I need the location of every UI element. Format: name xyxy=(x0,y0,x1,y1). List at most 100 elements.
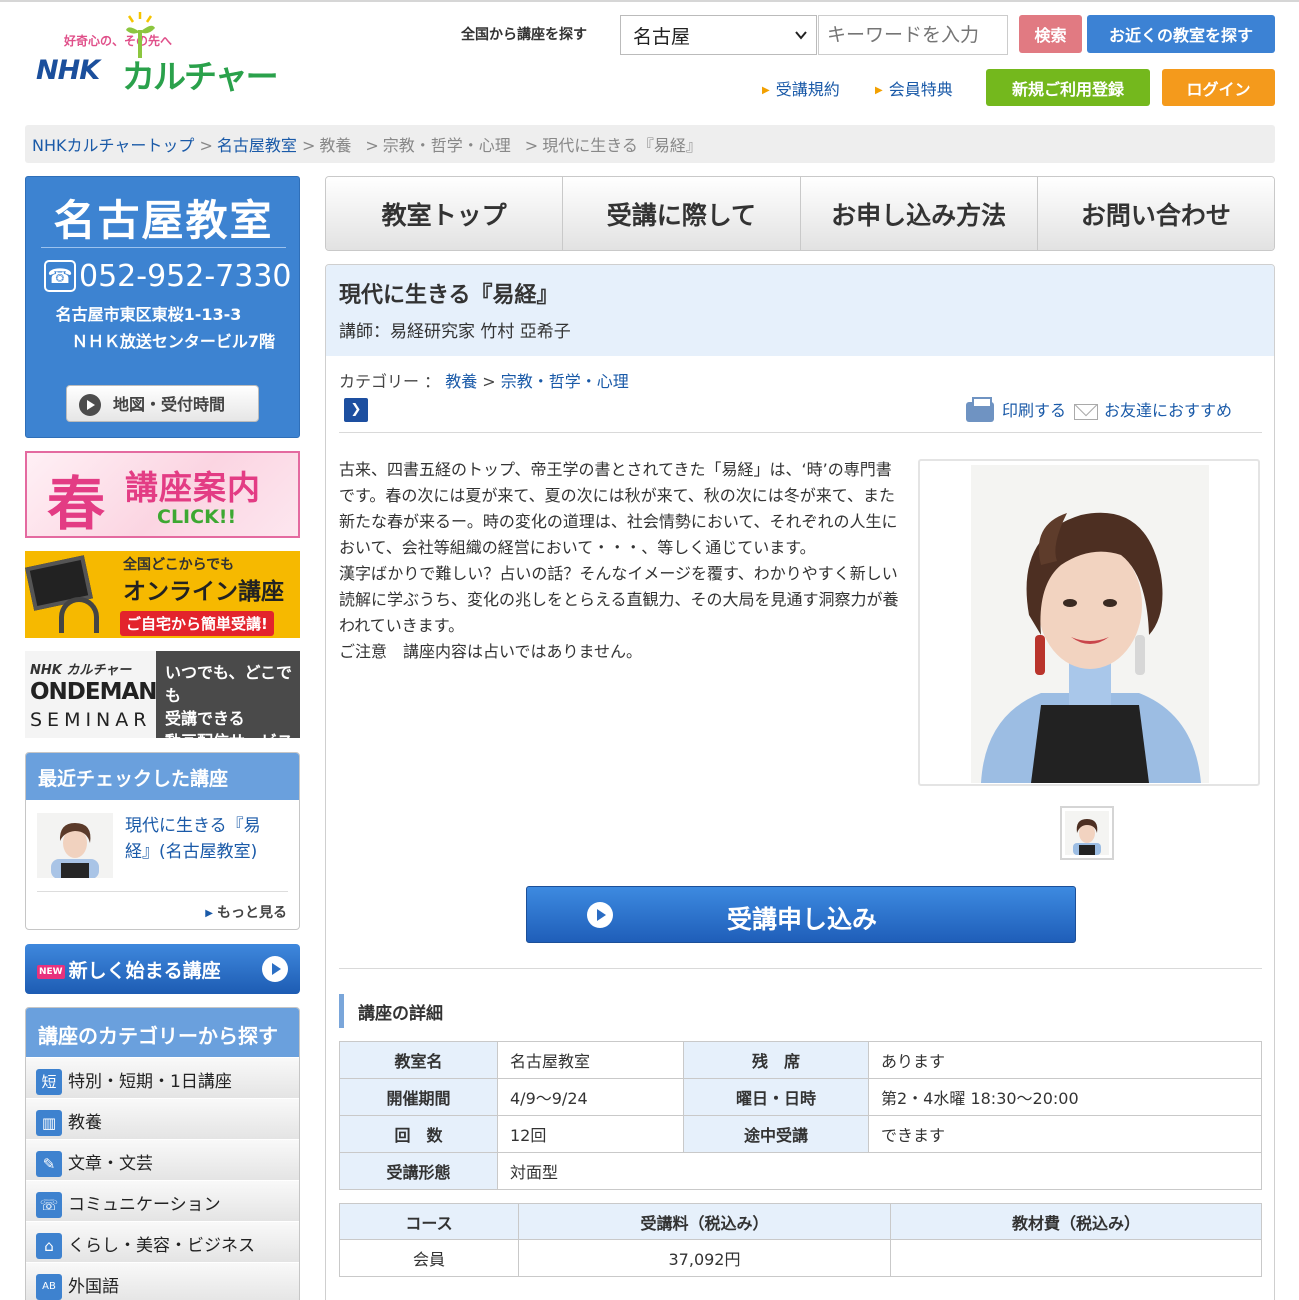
top-border xyxy=(0,0,1299,2)
divider xyxy=(339,432,1262,433)
category-panel-title: 講座のカテゴリーから探す xyxy=(26,1008,299,1057)
breadcrumb-separator: > xyxy=(365,136,379,155)
logo-culture: カルチャー xyxy=(122,57,279,96)
course-title: 現代に生きる『易経』 xyxy=(339,283,559,308)
course-details-heading: 講座の詳細 xyxy=(339,994,457,1028)
category-item-communication[interactable]: ☏ コミュニケーション xyxy=(26,1180,299,1221)
banner-online-title: オンライン講座 xyxy=(123,579,284,605)
triangle-right-icon: ▶ xyxy=(205,908,213,919)
category-item-culture[interactable]: ▥ 教養 xyxy=(26,1098,299,1139)
speech-icon: ☏ xyxy=(36,1192,62,1218)
apply-course-button[interactable]: 受講申し込み xyxy=(526,886,1076,943)
banner-online-sub: ご自宅から簡単受講! xyxy=(120,611,274,636)
course-header: 現代に生きる『易経』 講師：易経研究家 竹村 亞希子 xyxy=(326,265,1274,356)
keyword-search-input[interactable] xyxy=(818,15,1008,55)
tab-contact[interactable]: お問い合わせ xyxy=(1037,177,1274,250)
table-row: 教室名 名古屋教室 残 席 あります xyxy=(339,1041,1262,1079)
new-badge: NEW xyxy=(37,965,65,979)
recent-course-link[interactable]: 現代に生きる『易経』(名古屋教室) xyxy=(125,813,285,865)
description-paragraph: 漢字ばかりで難しい？占いの話？そんなイメージを覆す、わかりやすく新しい読解に学ぶ… xyxy=(339,564,899,635)
breadcrumb-separator: > xyxy=(301,136,316,155)
online-course-banner[interactable]: 全国どこからでも オンライン講座 ご自宅から簡単受講! xyxy=(25,551,300,638)
classroom-address-line2: ＮＨＫ放送センタービル7階 xyxy=(71,332,276,351)
tab-how-to-apply[interactable]: お申し込み方法 xyxy=(800,177,1038,250)
terms-link[interactable]: ▶ 受講規約 xyxy=(762,76,840,100)
see-more-link[interactable]: ▶ もっと見る xyxy=(205,902,287,922)
logo-nhk: NHK xyxy=(36,55,100,86)
ondemand-seminar-banner[interactable]: NHK カルチャー ONDEMAND SEMINAR いつでも、どこでも 受講で… xyxy=(25,651,300,738)
category-item-special[interactable]: 短特別・短期・1日講座 xyxy=(26,1057,299,1098)
tab-classroom-top[interactable]: 教室トップ xyxy=(326,177,564,250)
new-courses-button[interactable]: NEW 新しく始まる講座 xyxy=(25,944,300,994)
table-cell xyxy=(890,1239,1262,1277)
instructor-portrait xyxy=(971,465,1209,783)
table-header-cell: 回 数 xyxy=(339,1115,498,1153)
table-cell: 37,092円 xyxy=(518,1239,891,1277)
search-label: 全国から講座を探す xyxy=(461,27,587,43)
arrow-right-icon xyxy=(262,956,288,982)
instructor-thumbnail-image xyxy=(1065,811,1109,855)
table-row: 受講形態 対面型 xyxy=(339,1152,1262,1190)
classroom-info-box: 名古屋教室 ☎ 052-952-7330 名古屋市東区東桜1-13-3 ＮＨＫ放送… xyxy=(25,176,300,438)
member-benefits-link[interactable]: ▶ 会員特典 xyxy=(875,76,953,100)
table-cell: 対面型 xyxy=(497,1152,1262,1190)
breadcrumb-separator: > xyxy=(199,136,213,155)
recommend-friend-link[interactable]: お友達におすすめ xyxy=(1074,397,1232,421)
register-button[interactable]: 新規ご利用登録 xyxy=(986,69,1150,106)
pen-icon: ✎ xyxy=(36,1151,62,1177)
book-icon: ▥ xyxy=(36,1110,62,1136)
breadcrumb-current: 現代に生きる『易経』 xyxy=(542,136,702,155)
tab-attendance-info[interactable]: 受講に際して xyxy=(563,177,801,250)
print-link[interactable]: 印刷する xyxy=(966,396,1066,422)
instructor-photo-small xyxy=(37,813,113,878)
instructor-photo-frame xyxy=(918,459,1260,786)
table-header-cell: 受講形態 xyxy=(339,1152,498,1190)
breadcrumb-category: 教養 xyxy=(319,136,352,155)
fee-table: コース 受講料（税込み） 教材費（税込み） 会員 37,092円 xyxy=(339,1203,1262,1277)
description-note: ご注意 講座内容は占いではありません。 xyxy=(339,642,643,661)
course-category-line: カテゴリー ： 教養 > 宗教・哲学・心理 xyxy=(339,368,629,392)
classroom-phone: ☎ 052-952-7330 xyxy=(44,259,292,294)
nhk-culture-logo[interactable]: 好奇心の、その先へ NHK カルチャー xyxy=(36,8,279,104)
instructor-photo xyxy=(971,465,1209,783)
category-item-lifestyle[interactable]: ⌂ くらし・美容・ビジネス xyxy=(26,1221,299,1262)
divider xyxy=(339,968,1262,969)
printer-icon xyxy=(966,396,994,422)
area-select[interactable]: 名古屋 xyxy=(620,15,817,55)
table-cell: できます xyxy=(868,1115,1262,1153)
area-select-value: 名古屋 xyxy=(633,26,691,48)
category-link-culture[interactable]: 教養 xyxy=(445,372,477,391)
category-link-religion[interactable]: 宗教・哲学・心理 xyxy=(501,372,629,391)
category-item-writing[interactable]: ✎ 文章・文芸 xyxy=(26,1139,299,1180)
banner-spring-kanji: 春 xyxy=(47,470,106,538)
abc-icon: AB xyxy=(36,1274,62,1300)
breadcrumb-top[interactable]: NHKカルチャートップ xyxy=(32,136,194,155)
photo-thumbnail[interactable] xyxy=(1060,806,1114,860)
map-hours-button[interactable]: 地図・受付時間 xyxy=(66,385,259,422)
recent-course-thumbnail[interactable] xyxy=(37,813,113,878)
category-item-languages[interactable]: AB 外国語 xyxy=(26,1262,299,1300)
banner-spring-click: CLICK!! xyxy=(157,506,237,528)
category-panel: 講座のカテゴリーから探す 短特別・短期・1日講座 ▥ 教養 ✎ 文章・文芸 ☏ コミュ… xyxy=(25,1007,300,1300)
banner-ondemand-seminar: SEMINAR xyxy=(30,709,152,731)
short-course-icon: 短 xyxy=(36,1069,62,1095)
chevron-down-icon xyxy=(795,31,807,40)
search-button[interactable]: 検索 xyxy=(1019,15,1082,53)
play-icon xyxy=(79,394,101,417)
breadcrumb-classroom[interactable]: 名古屋教室 xyxy=(217,136,297,155)
home-icon: ⌂ xyxy=(36,1233,62,1259)
login-button[interactable]: ログイン xyxy=(1162,69,1275,106)
table-cell: 4/9〜9/24 xyxy=(497,1078,684,1116)
find-nearby-classroom-button[interactable]: お近くの教室を探す xyxy=(1087,15,1275,53)
mail-icon xyxy=(1074,403,1098,420)
classroom-name: 名古屋教室 xyxy=(53,196,274,245)
table-header-cell: 曜日・日時 xyxy=(683,1078,869,1116)
table-cell: あります xyxy=(868,1041,1262,1079)
recently-viewed-title: 最近チェックした講座 xyxy=(26,753,299,800)
category-label: カテゴリー ： xyxy=(339,372,441,391)
table-header-cell: 途中受講 xyxy=(683,1115,869,1153)
course-details-table: 教室名 名古屋教室 残 席 あります 開催期間 4/9〜9/24 曜日・日時 第… xyxy=(339,1041,1262,1190)
table-header-cell: 教材費（税込み） xyxy=(890,1203,1262,1240)
spring-course-guide-banner[interactable]: 春 講座案内 CLICK!! xyxy=(25,451,300,538)
share-icon[interactable]: ❯ xyxy=(344,398,368,422)
